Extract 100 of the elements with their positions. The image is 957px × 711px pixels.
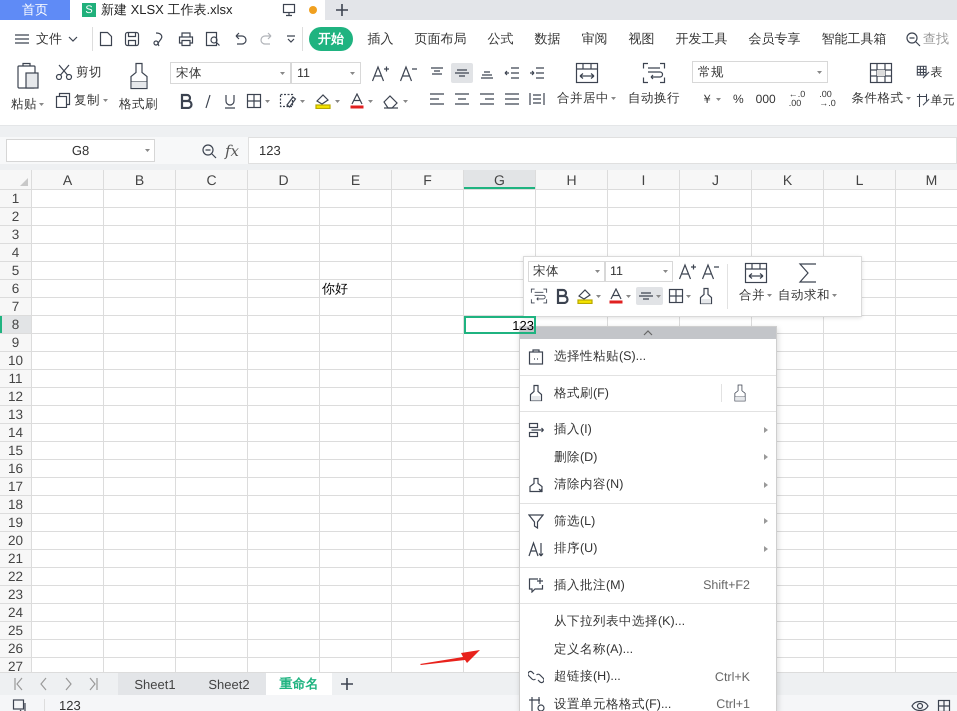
currency-button[interactable]: ￥ — [698, 90, 724, 108]
ribbon-tab[interactable]: 智能工具箱 — [811, 27, 897, 51]
paste-button[interactable]: 粘贴 — [8, 61, 47, 125]
table-cell[interactable]: 123 — [464, 316, 536, 334]
row-header[interactable]: 26 — [0, 640, 32, 658]
column-header[interactable]: G — [464, 170, 536, 190]
function-button[interactable]: fx — [225, 142, 240, 160]
ribbon-tab[interactable]: 数据 — [524, 27, 571, 51]
font-color-icon[interactable] — [608, 288, 624, 304]
eraser-icon[interactable] — [382, 93, 400, 109]
chevron-down-icon[interactable] — [68, 36, 78, 42]
borders-icon[interactable] — [246, 93, 262, 109]
cut-button[interactable]: 剪切 — [53, 61, 110, 83]
row-header[interactable]: 8 — [0, 316, 32, 334]
menu-item[interactable]: 格式刷(F) — [520, 380, 776, 407]
column-header[interactable]: B — [104, 170, 176, 190]
formula-input[interactable]: 123 — [248, 137, 957, 164]
row-header[interactable]: 14 — [0, 424, 32, 442]
row-header[interactable]: 10 — [0, 352, 32, 370]
file-menu[interactable]: 文件 — [14, 30, 78, 48]
document-tab[interactable]: S 新建 XLSX 工作表.xlsx — [70, 0, 325, 20]
new-document-icon[interactable] — [99, 31, 113, 47]
column-header[interactable]: F — [392, 170, 464, 190]
menu-item[interactable]: 设置单元格格式(F)... Ctrl+1 — [520, 690, 776, 711]
menu-item[interactable]: 删除(D) — [520, 444, 776, 471]
font-name-dropdown[interactable]: 宋体 — [528, 260, 605, 282]
grid-icon[interactable] — [937, 698, 951, 711]
copy-icon[interactable] — [55, 92, 71, 108]
print-icon[interactable] — [178, 31, 194, 47]
ribbon-tab[interactable]: 审阅 — [571, 27, 618, 51]
column-header[interactable]: J — [680, 170, 752, 190]
eye-icon[interactable] — [911, 698, 929, 711]
search-icon[interactable] — [905, 31, 921, 47]
clipboard-icon[interactable] — [16, 62, 40, 90]
column-header[interactable]: I — [608, 170, 680, 190]
merge-cells-icon[interactable] — [574, 62, 598, 84]
fill-color-icon[interactable] — [314, 93, 332, 109]
menu-item[interactable]: 筛选(L) — [520, 508, 776, 535]
name-box[interactable]: G8 — [6, 139, 155, 162]
table-grid-icon[interactable] — [869, 62, 894, 84]
menu-item[interactable]: 超链接(H)... Ctrl+K — [520, 663, 776, 690]
caret-icon[interactable] — [286, 35, 296, 43]
sigma-icon[interactable] — [798, 262, 818, 284]
merge-cells-icon[interactable] — [744, 262, 768, 284]
cell-pattern-icon[interactable] — [279, 93, 297, 109]
merge-center-button[interactable]: 合并居中 — [554, 61, 619, 125]
column-header[interactable]: C — [176, 170, 248, 190]
column-header[interactable]: M — [896, 170, 957, 190]
menu-item[interactable]: 排序(U) — [520, 535, 776, 562]
menu-item[interactable]: 清除内容(N) — [520, 471, 776, 498]
menu-item[interactable]: 插入批注(M) Shift+F2 — [520, 572, 776, 599]
ribbon-tab[interactable]: 开发工具 — [665, 27, 738, 51]
format-painter-button[interactable]: 格式刷 — [116, 61, 161, 125]
merge-button[interactable]: 合并 — [736, 260, 775, 313]
collapse-icon[interactable] — [643, 330, 653, 336]
row-header[interactable]: 3 — [0, 226, 32, 244]
row-header[interactable]: 6 — [0, 280, 32, 298]
add-sheet-icon[interactable] — [340, 677, 354, 691]
menu-item[interactable]: 从下拉列表中选择(K)... — [520, 608, 776, 636]
monitor-icon[interactable] — [282, 3, 296, 17]
autosum-button[interactable]: 自动求和 — [775, 260, 840, 313]
menu-item[interactable]: 选择性粘贴(S)... — [520, 343, 776, 370]
increase-decimal-button[interactable]: ←.0 .00 — [784, 90, 810, 108]
copy-button[interactable]: 复制 — [53, 89, 110, 111]
ribbon-tab[interactable]: 插入 — [357, 27, 404, 51]
row-header[interactable]: 18 — [0, 496, 32, 514]
row-header[interactable]: 15 — [0, 442, 32, 460]
menu-item[interactable]: 插入(I) — [520, 416, 776, 444]
thousands-button[interactable]: 000 — [752, 92, 779, 106]
cell-brush-icon[interactable] — [916, 92, 930, 108]
row-header[interactable]: 20 — [0, 532, 32, 550]
row-header[interactable]: 21 — [0, 550, 32, 568]
row-header[interactable]: 5 — [0, 262, 32, 280]
increase-font-icon[interactable] — [678, 262, 696, 280]
percent-button[interactable]: % — [730, 92, 747, 106]
row-header[interactable]: 1 — [0, 190, 32, 208]
row-header[interactable]: 13 — [0, 406, 32, 424]
column-header[interactable]: E — [320, 170, 392, 190]
conditional-format-button[interactable]: 条件格式 — [848, 61, 914, 125]
column-header[interactable]: K — [752, 170, 824, 190]
row-header[interactable]: 27 — [0, 658, 32, 672]
print-preview-icon[interactable] — [205, 31, 221, 47]
row-header[interactable]: 25 — [0, 622, 32, 640]
ribbon-tab[interactable]: 公式 — [477, 27, 524, 51]
wrap-text-button[interactable]: 自动换行 — [625, 61, 683, 125]
new-tab-icon[interactable] — [335, 3, 349, 17]
row-header[interactable]: 19 — [0, 514, 32, 532]
font-size-dropdown[interactable]: 11 — [291, 62, 361, 84]
row-header[interactable]: 7 — [0, 298, 32, 316]
column-header[interactable]: D — [248, 170, 320, 190]
menu-item[interactable]: 定义名称(A)... — [520, 636, 776, 663]
column-header[interactable]: L — [824, 170, 896, 190]
cell-style-button[interactable]: 单元 — [916, 89, 955, 111]
borders-icon[interactable] — [668, 288, 684, 304]
column-header[interactable]: H — [536, 170, 608, 190]
font-color-icon[interactable] — [349, 93, 365, 109]
row-header[interactable]: 9 — [0, 334, 32, 352]
row-header[interactable]: 2 — [0, 208, 32, 226]
save-icon[interactable] — [124, 31, 140, 47]
ribbon-tab[interactable]: 页面布局 — [404, 27, 477, 51]
